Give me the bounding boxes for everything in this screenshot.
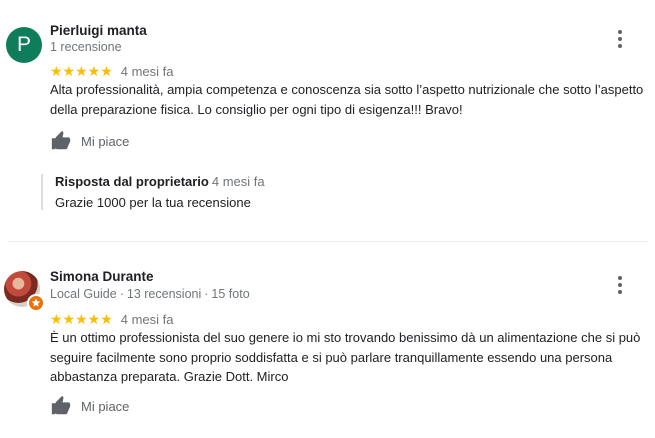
review-time: 4 mesi fa xyxy=(120,64,174,79)
rating-row: ★★★★★ 4 mesi fa xyxy=(50,63,174,79)
star-rating: ★★★★★ xyxy=(50,63,113,79)
author-meta: Local Guide · 13 recensioni · 15 foto xyxy=(50,287,250,301)
author-meta: 1 recensione xyxy=(50,40,122,54)
review-time: 4 mesi fa xyxy=(120,312,174,327)
like-label: Mi piace xyxy=(81,133,130,149)
photo-count: 15 foto xyxy=(211,287,250,301)
author-name[interactable]: Simona Durante xyxy=(50,269,154,284)
reply-header: Risposta dal proprietario 4 mesi fa xyxy=(55,174,265,189)
local-guide-label: Local Guide xyxy=(50,287,117,301)
like-button[interactable]: Mi piace xyxy=(50,395,129,417)
reply-title: Risposta dal proprietario xyxy=(55,174,209,189)
reply-text: Grazie 1000 per la tua recensione xyxy=(55,195,251,210)
author-name[interactable]: Pierluigi manta xyxy=(50,23,147,38)
review-count: 13 recensioni xyxy=(126,287,202,301)
thumb-up-icon xyxy=(51,130,71,150)
more-vert-icon xyxy=(618,30,622,34)
rating-row: ★★★★★ 4 mesi fa xyxy=(50,311,174,327)
review-card: Simona Durante Local Guide · 13 recensioni… xyxy=(0,242,655,438)
owner-reply: Risposta dal proprietario 4 mesi fa Grazi… xyxy=(41,174,265,210)
more-vert-icon xyxy=(618,276,622,280)
star-rating: ★★★★★ xyxy=(50,311,113,327)
thumb-up-icon xyxy=(51,395,71,415)
local-guide-badge xyxy=(27,294,45,312)
more-options-button[interactable] xyxy=(608,273,632,297)
reply-time: 4 mesi fa xyxy=(211,174,265,189)
review-text: Alta professionalità, ampia competenza e… xyxy=(50,82,644,117)
like-button[interactable]: Mi piace xyxy=(50,130,129,152)
more-options-button[interactable] xyxy=(608,27,632,51)
avatar[interactable]: P xyxy=(6,27,42,63)
local-guide-star-icon xyxy=(31,298,41,307)
review-card: P Pierluigi manta 1 recensione ★★★★★ 4 me… xyxy=(0,0,655,240)
review-text: È un ottimo professionista del suo gener… xyxy=(50,330,641,384)
like-label: Mi piace xyxy=(81,398,130,414)
